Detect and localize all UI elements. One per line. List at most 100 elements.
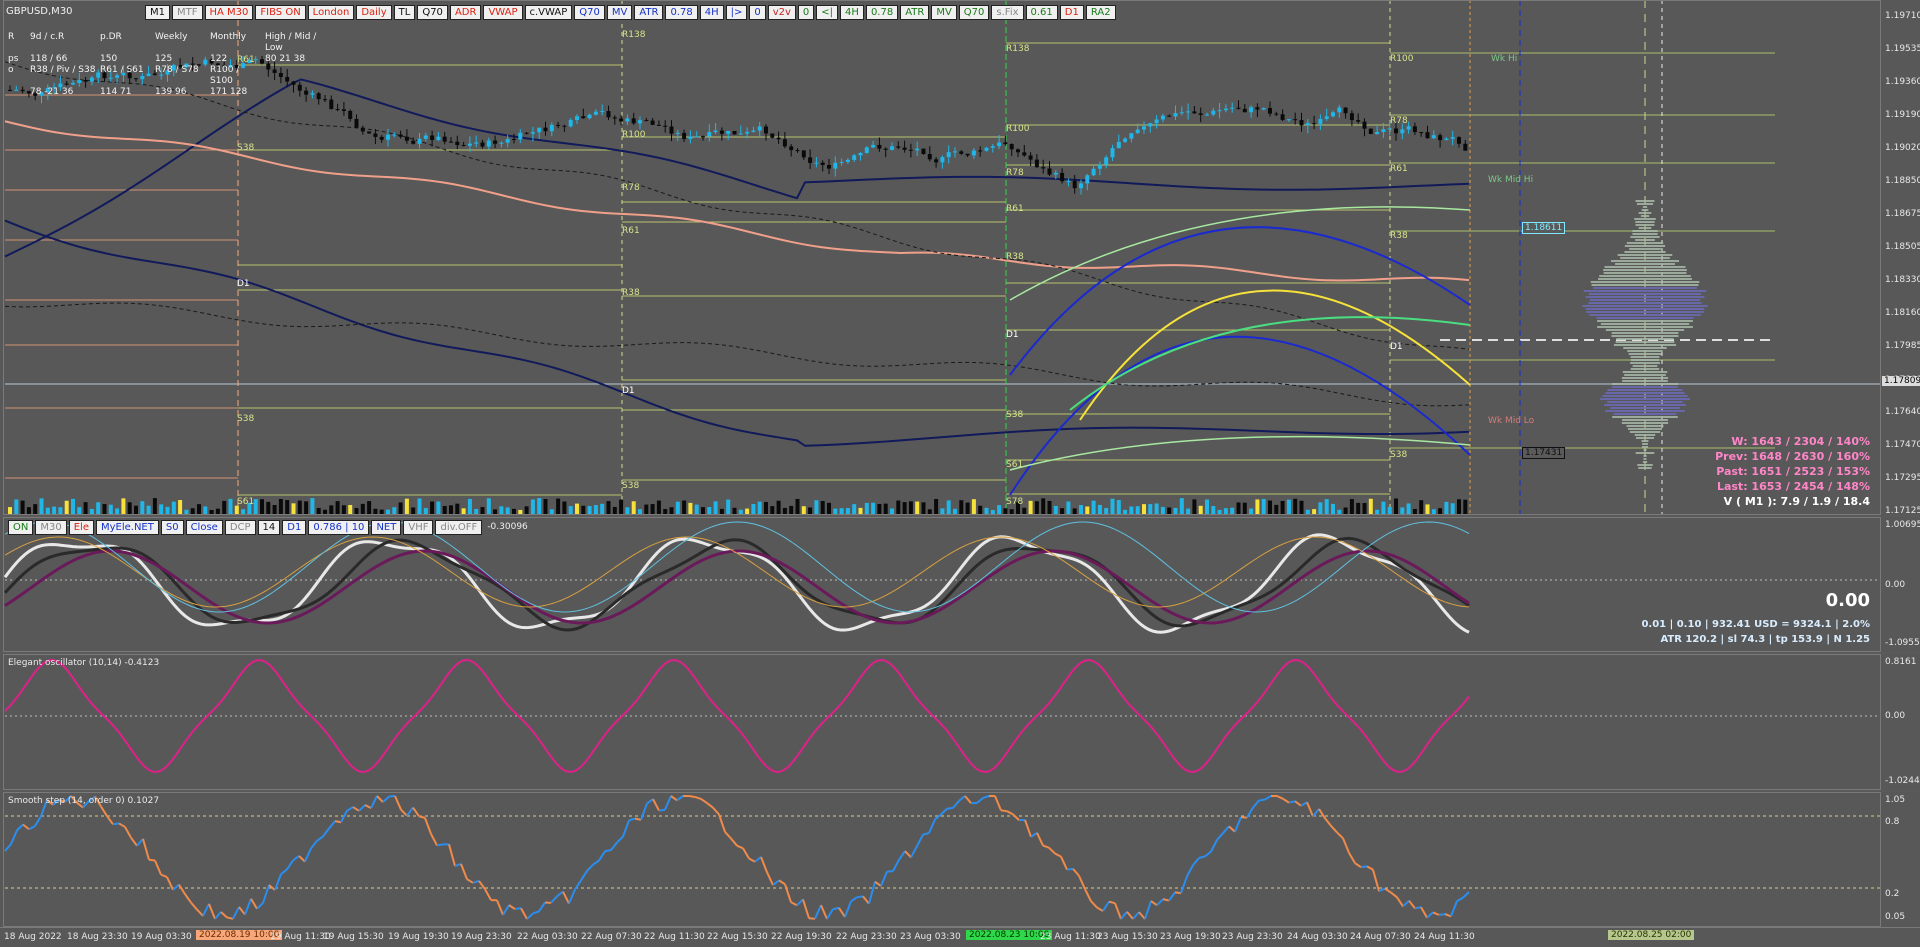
price-axis[interactable]: 1.19710 1.19535 1.19360 1.19190 1.19020 1.188… [1880, 0, 1920, 515]
oscillator-1-axis[interactable]: 1.00695 0.00 -1.09557 [1880, 517, 1920, 652]
main-chart-pane[interactable]: GBPUSD,M30 M1 MTF HA M30 FIBS ON London Daily… [0, 0, 1920, 515]
toolbar-button-20[interactable]: <| [816, 5, 839, 20]
smooth-step-segment [652, 798, 660, 812]
oscillator-2-canvas[interactable] [0, 654, 1880, 790]
toolbar-button-3[interactable]: MyEle.NET [95, 520, 159, 535]
candle-body [581, 116, 586, 119]
candle-body [1179, 112, 1184, 114]
smooth-step-segment [634, 817, 642, 821]
toolbar-button-2[interactable]: Ele [68, 520, 94, 535]
smooth-step-segment [1378, 887, 1386, 893]
toolbar-button-11[interactable]: Q70 [574, 5, 605, 20]
volume-bar [719, 508, 724, 514]
toolbar-button-8[interactable]: D1 [282, 520, 307, 535]
oscillator-3-canvas[interactable] [0, 792, 1880, 927]
oscillator-1-canvas[interactable] [0, 517, 1880, 652]
toolbar-button-1[interactable]: MTF [172, 5, 203, 20]
time-axis[interactable]: 2022.08.19 10:00 2022.08.23 10:00 2022.0… [0, 927, 1920, 947]
toolbar-button-24[interactable]: MV [931, 5, 957, 20]
smooth-step-segment [226, 916, 234, 920]
volume-bar [455, 503, 460, 514]
toolbar-button-11[interactable]: VHF [403, 520, 434, 535]
toolbar-button-12[interactable]: div.OFF [435, 520, 483, 535]
candle-body [1249, 107, 1254, 113]
toolbar-button-4[interactable]: S0 [160, 520, 184, 535]
smooth-step-segment [160, 873, 168, 878]
toolbar-button-9[interactable]: VWAP [483, 5, 523, 20]
toolbar-button-25[interactable]: Q70 [958, 5, 990, 20]
toolbar-button-23[interactable]: ATR [900, 5, 930, 20]
candle-body [997, 142, 1002, 147]
toolbar-button-8[interactable]: ADR [449, 5, 482, 20]
toolbar-button-1[interactable]: M30 [35, 520, 67, 535]
candle-body [1016, 149, 1020, 153]
volume-profile-bar [1626, 425, 1664, 427]
toolbar-button-6[interactable]: DCP [224, 520, 256, 535]
toolbar-button-12[interactable]: MV [606, 5, 633, 20]
toolbar-button-10[interactable]: NET [371, 520, 402, 535]
toolbar-button-29[interactable]: RA2 [1085, 5, 1116, 20]
volume-bar [1179, 498, 1184, 514]
volume-bar [1142, 504, 1146, 514]
volume-bar [436, 501, 441, 514]
toolbar-button-10[interactable]: c.VWAP [524, 5, 573, 20]
toolbar-button-28[interactable]: D1 [1059, 5, 1084, 20]
smooth-step-segment [922, 832, 930, 836]
volume-bar [845, 508, 850, 514]
volume-bar [1236, 502, 1241, 514]
volume-bar [52, 506, 57, 514]
volume-profile-bar [1624, 374, 1666, 376]
axis-tick-label: 1.17470 [1885, 440, 1920, 450]
toolbar-button-16[interactable]: |> [725, 5, 748, 20]
oscillator-pane-1[interactable]: ON M30 Ele MyEle.NET S0 Close DCP 14 D1 0.786 | 1… [0, 517, 1920, 652]
toolbar-button-3[interactable]: FIBS ON [255, 5, 306, 20]
toolbar-button-5[interactable]: Close [185, 520, 223, 535]
toolbar-button-0[interactable]: M1 [145, 5, 170, 20]
volume-bar [159, 504, 164, 514]
volume-bar [215, 508, 220, 514]
oscillator-pane-3[interactable]: Smooth step (14, order 0) 0.1027 1.05 0.8… [0, 792, 1920, 927]
oscillator-pane-2[interactable]: Elegant oscillator (10,14) -0.4123 0.816… [0, 654, 1920, 790]
toolbar-button-2[interactable]: HA M30 [204, 5, 254, 20]
time-label: 19 Aug 23:30 [451, 932, 512, 942]
toolbar-button-22[interactable]: 0.78 [865, 5, 899, 20]
candle-body [593, 111, 598, 115]
volume-bar [650, 504, 655, 514]
smooth-step-segment [868, 881, 876, 905]
toolbar-button-6[interactable]: TL [393, 5, 416, 20]
volume-profile-bar [1604, 404, 1686, 406]
toolbar-button-9[interactable]: 0.786 | 10 [308, 520, 370, 535]
candle-body [461, 145, 466, 147]
candle-body [631, 118, 636, 124]
toolbar-button-7[interactable]: Q70 [417, 5, 448, 20]
fib-label: S38 [1390, 450, 1408, 460]
candle-body [751, 130, 756, 132]
toolbar-button-18[interactable]: v2v [767, 5, 796, 20]
toolbar-button-26[interactable]: s.Fix [991, 5, 1024, 20]
toolbar-button-7[interactable]: 14 [257, 520, 281, 535]
smooth-step-segment [448, 844, 456, 867]
toolbar-button-13[interactable]: ATR [634, 5, 664, 20]
volume-bar [1034, 501, 1039, 514]
toolbar-button-19[interactable]: 0 [797, 5, 815, 20]
toolbar-button-14[interactable]: 0.78 [665, 5, 698, 20]
oscillator-2-axis[interactable]: 0.8161 0.00 -1.0244 [1880, 654, 1920, 790]
toolbar-button-15[interactable]: 4H [699, 5, 724, 20]
smooth-step-segment [562, 891, 570, 905]
smooth-step-segment [244, 898, 252, 915]
toolbar-button-5[interactable]: Daily [356, 5, 392, 20]
candle-body [367, 131, 372, 134]
candle-body [669, 126, 674, 134]
candle-body [549, 124, 554, 132]
volume-bar [745, 508, 750, 514]
toolbar-button-17[interactable]: 0 [749, 5, 766, 20]
candle-body [953, 151, 957, 153]
toolbar-button-21[interactable]: 4H [840, 5, 864, 20]
volume-bar [417, 498, 422, 514]
toolbar-button-0[interactable]: ON [8, 520, 34, 535]
toolbar-button-4[interactable]: London [307, 5, 355, 20]
volume-bar [682, 500, 687, 514]
volume-stat-line: W: 1643 / 2304 / 140% [1731, 435, 1870, 448]
oscillator-3-axis[interactable]: 1.05 0.8 0.2 0.05 [1880, 792, 1920, 927]
toolbar-button-27[interactable]: 0.61 [1025, 5, 1058, 20]
